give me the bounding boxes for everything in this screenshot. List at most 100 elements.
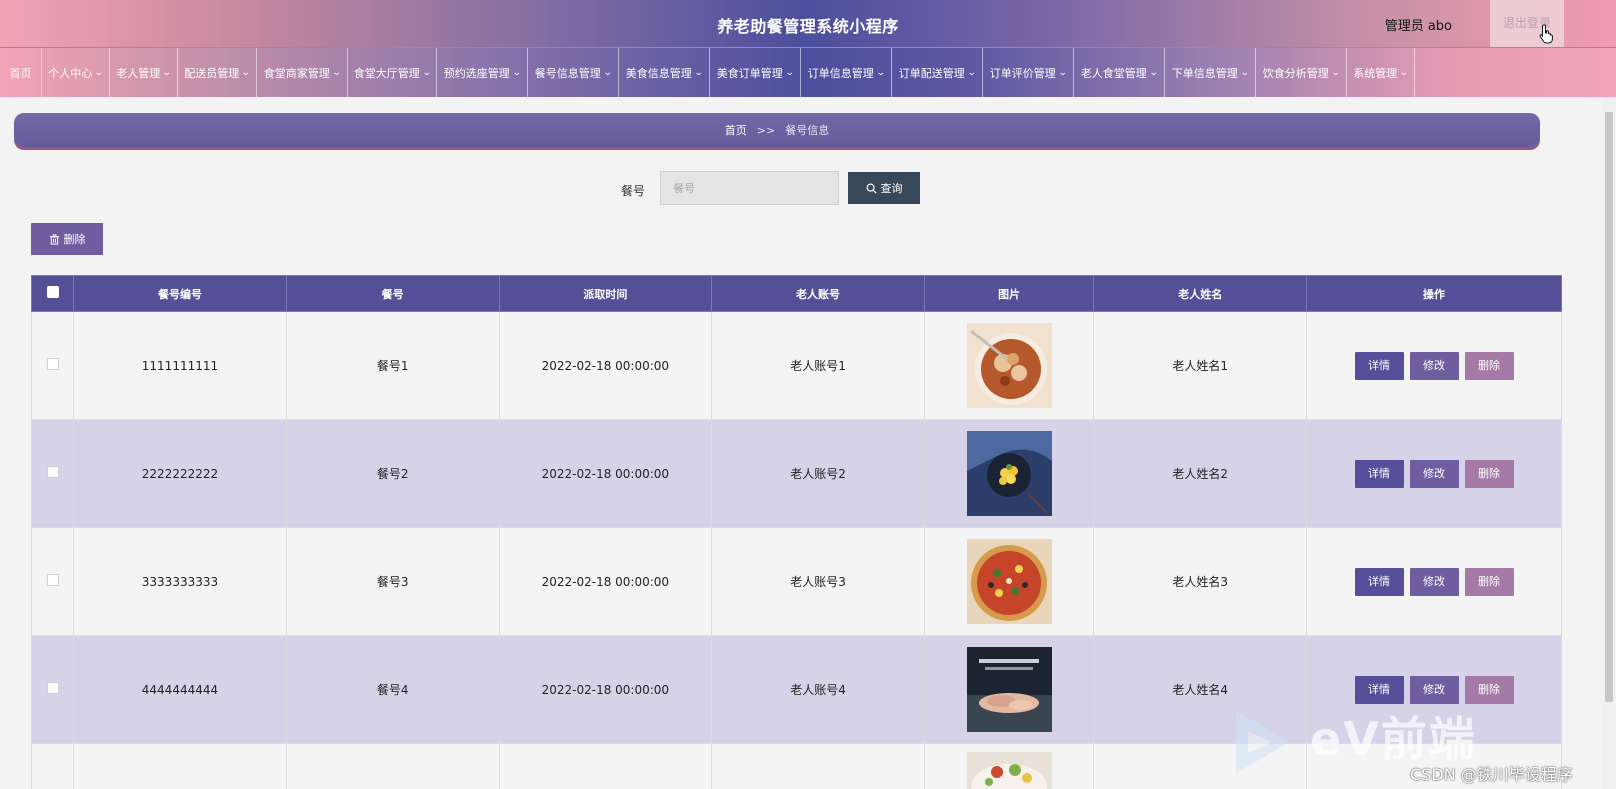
nav-item-label: 订单评价管理 (989, 66, 1056, 80)
nav-item-label: 个人中心 (48, 66, 93, 80)
main-nav: 首页 个人中心 ⌄ 老人管理 ⌄ 配送员管理 ⌄ 食堂商家管理 ⌄ 食堂大厅管理 ⌄ 预约选座管理 ⌄ 餐… (0, 47, 1616, 97)
select-all-cell (30, 275, 75, 312)
cell-name: 老人姓名1 (1093, 311, 1308, 420)
nav-item-label: 餐号信息管理 (534, 66, 601, 80)
row-checkbox[interactable] (46, 682, 59, 694)
query-button[interactable]: 查询 (848, 172, 920, 204)
breadcrumb-home[interactable]: 首页 (725, 122, 747, 138)
nav-item-14[interactable]: 下单信息管理 ⌄ (1165, 48, 1256, 97)
nav-item-label: 配送员管理 (184, 66, 240, 80)
hand-cursor-icon (1539, 24, 1553, 44)
ev-logo-watermark (1236, 711, 1290, 773)
nav-item-3[interactable]: 配送员管理 ⌄ (178, 48, 257, 97)
detail-button[interactable]: 详情 (1354, 567, 1404, 596)
nav-item-12[interactable]: 订单评价管理 ⌄ (983, 48, 1074, 97)
cell-account: 老人账号4 (711, 635, 925, 744)
ev-watermark-text: eV前端 (1310, 712, 1477, 766)
nav-item-2[interactable]: 老人管理 ⌄ (110, 48, 178, 97)
cell-code: 3333333333 (73, 527, 287, 636)
select-all-checkbox[interactable] (46, 286, 59, 298)
detail-button[interactable]: 详情 (1354, 459, 1404, 488)
delete-button[interactable]: 删除 (1464, 459, 1514, 488)
food-image[interactable] (966, 431, 1052, 516)
cell-actions: 详情 修改 删除 (1306, 419, 1562, 528)
cell-time: 2022-02-18 00:00:00 (498, 527, 713, 636)
cell-actions: 详情 修改 删除 (1306, 527, 1562, 636)
nav-item-6[interactable]: 预约选座管理 ⌄ (437, 48, 528, 97)
cell-time: 2022-02-18 00:00:00 (498, 419, 713, 528)
cell-account: 老人账号2 (711, 419, 925, 528)
edit-button[interactable]: 修改 (1409, 459, 1459, 488)
nav-item-4[interactable]: 食堂商家管理 ⌄ (257, 48, 348, 97)
detail-button[interactable]: 详情 (1354, 351, 1404, 380)
row-select-cell (30, 743, 75, 789)
nav-item-8[interactable]: 美食信息管理 ⌄ (619, 48, 710, 97)
breadcrumb-separator: >> (756, 123, 776, 137)
row-select-cell (30, 419, 75, 528)
cell-actions: 详情 修改 删除 (1306, 311, 1562, 420)
nav-item-label: 美食订单管理 (716, 66, 783, 80)
cell-code: 4444444444 (73, 635, 287, 744)
edit-button[interactable]: 修改 (1409, 675, 1459, 704)
table-header-row: 餐号编号 餐号 派取时间 老人账号 图片 老人姓名 操作 (30, 275, 1562, 312)
delete-button[interactable]: 删除 (1464, 351, 1514, 380)
nav-item-label: 订单配送管理 (898, 66, 965, 80)
search-icon (866, 183, 877, 194)
nav-item-1[interactable]: 个人中心 ⌄ (42, 48, 110, 97)
chevron-down-icon: ⌄ (94, 67, 104, 78)
chevron-down-icon: ⌄ (331, 67, 342, 78)
detail-button[interactable]: 详情 (1354, 675, 1404, 704)
nav-item-9[interactable]: 美食订单管理 ⌄ (710, 48, 801, 97)
cell-time: 2022-02-18 00:00:00 (498, 635, 713, 744)
col-header-code: 餐号编号 (73, 275, 287, 312)
batch-delete-label: 删除 (63, 233, 86, 246)
query-button-label: 查询 (880, 182, 903, 195)
cell-image (923, 635, 1095, 744)
nav-item-label: 系统管理 (1353, 66, 1398, 80)
chevron-down-icon: ⌄ (784, 67, 795, 78)
nav-item-label: 老人食堂管理 (1080, 66, 1147, 80)
batch-delete-button[interactable]: 删除 (31, 223, 103, 255)
delete-button[interactable]: 删除 (1464, 567, 1514, 596)
cell-name: 老人姓名3 (1093, 527, 1308, 636)
row-checkbox[interactable] (46, 574, 59, 586)
chevron-down-icon: ⌄ (966, 67, 977, 78)
nav-item-10[interactable]: 订单信息管理 ⌄ (801, 48, 892, 97)
edit-button[interactable]: 修改 (1409, 567, 1459, 596)
delete-button[interactable]: 删除 (1464, 675, 1514, 704)
nav-item-label: 首页 (9, 66, 32, 80)
nav-item-11[interactable]: 订单配送管理 ⌄ (892, 48, 983, 97)
table-row: 1111111111 餐号1 2022-02-18 00:00:00 老人账号1 老人姓… (30, 311, 1562, 420)
table-row: 3333333333 餐号3 2022-02-18 00:00:00 老人账号3 老人姓… (30, 527, 1562, 636)
chevron-down-icon: ⌄ (1057, 67, 1068, 78)
nav-item-15[interactable]: 饮食分析管理 ⌄ (1256, 48, 1347, 97)
search-input[interactable] (660, 171, 839, 205)
food-image[interactable] (966, 323, 1052, 408)
app-title: 养老助餐管理系统小程序 (717, 17, 899, 36)
nav-item-label: 下单信息管理 (1171, 66, 1238, 80)
nav-item-13[interactable]: 老人食堂管理 ⌄ (1074, 48, 1165, 97)
nav-item-7[interactable]: 餐号信息管理 ⌄ (528, 48, 619, 97)
chevron-down-icon: ⌄ (511, 67, 522, 78)
col-header-name: 老人姓名 (1093, 275, 1308, 312)
chevron-down-icon: ⌄ (1399, 67, 1409, 78)
chevron-down-icon: ⌄ (421, 67, 432, 78)
nav-item-0[interactable]: 首页 (0, 48, 42, 97)
nav-item-5[interactable]: 食堂大厅管理 ⌄ (348, 48, 437, 97)
chevron-down-icon: ⌄ (1148, 67, 1159, 78)
nav-item-16[interactable]: 系统管理 ⌄ (1347, 48, 1415, 97)
breadcrumb-current: 餐号信息 (785, 124, 830, 137)
food-image[interactable] (966, 539, 1052, 624)
food-image[interactable] (966, 647, 1052, 732)
cell-meal-no: 餐号3 (285, 527, 500, 636)
top-header: 养老助餐管理系统小程序 管理员 abo 退出登录 (0, 0, 1616, 47)
food-image[interactable] (966, 752, 1052, 789)
page-scrollbar-thumb[interactable] (1605, 112, 1613, 702)
row-select-cell (30, 527, 75, 636)
edit-button[interactable]: 修改 (1409, 351, 1459, 380)
nav-item-label: 食堂商家管理 (263, 66, 330, 80)
cell-meal-no: 餐号1 (285, 311, 500, 420)
cell-image (923, 311, 1095, 420)
row-checkbox[interactable] (46, 358, 59, 370)
row-checkbox[interactable] (46, 466, 59, 478)
